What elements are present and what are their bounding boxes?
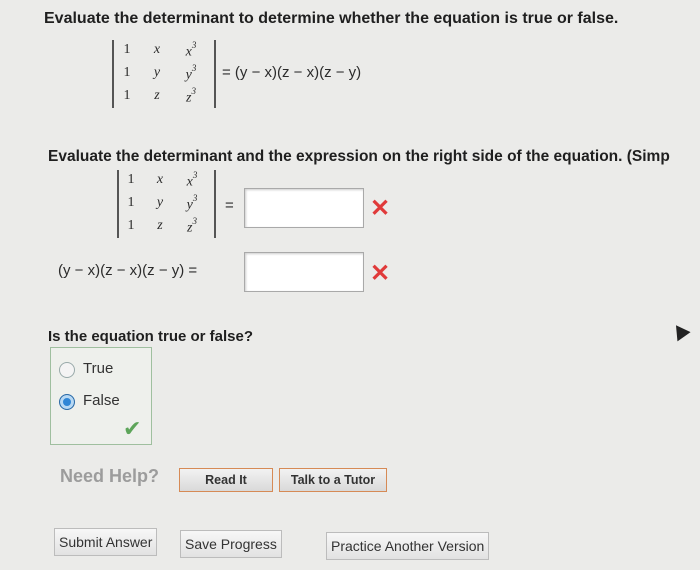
- matrix-cell: 1: [123, 65, 131, 80]
- expression-answer-input[interactable]: [244, 252, 364, 292]
- submit-answer-button[interactable]: Submit Answer: [54, 528, 158, 556]
- equals-sign: =: [225, 197, 234, 214]
- tf-answer-group: True False ✔: [50, 347, 152, 445]
- matrix-cell: y: [156, 195, 164, 210]
- wrong-icon: ✕: [370, 260, 391, 287]
- matrix-cell: y3: [186, 193, 198, 213]
- part-instruction: Evaluate the determinant and the express…: [48, 148, 670, 165]
- question-title: Evaluate the determinant to determine wh…: [44, 10, 619, 27]
- matrix-cell: z: [157, 218, 163, 233]
- determinant-top: 1 x x3 1 y y3 1 z z3: [112, 40, 216, 108]
- matrix-cell: x: [156, 172, 164, 187]
- matrix-cell: 1: [123, 88, 131, 103]
- tf-question: Is the equation true or false?: [48, 328, 254, 345]
- matrix-cell: z: [154, 88, 160, 103]
- matrix-cell: 1: [127, 218, 135, 233]
- matrix-cell: 1: [123, 42, 131, 57]
- matrix-cell: 1: [127, 195, 135, 210]
- need-help-label: Need Help?: [60, 466, 160, 486]
- determinant-answer-input[interactable]: [244, 188, 364, 228]
- matrix-cell: 1: [127, 172, 135, 187]
- determinant-bottom: 1 x x3 1 y y3 1 z z3: [117, 170, 216, 238]
- top-equation: = (y − x)(z − x)(z − y): [222, 64, 362, 81]
- matrix-cell: x3: [185, 40, 197, 60]
- check-icon: ✔: [123, 416, 142, 441]
- save-progress-button[interactable]: Save Progress: [180, 530, 282, 558]
- practice-another-version-button[interactable]: Practice Another Version: [326, 532, 490, 560]
- radio-true[interactable]: [59, 362, 75, 378]
- matrix-cell: x: [153, 42, 161, 57]
- expression-label: (y − x)(z − x)(z − y) =: [58, 262, 198, 279]
- cursor-icon: [669, 320, 691, 342]
- matrix-cell: z3: [186, 86, 196, 106]
- wrong-icon: ✕: [370, 195, 391, 222]
- radio-true-label[interactable]: True: [83, 360, 113, 377]
- matrix-cell: y: [153, 65, 161, 80]
- read-it-button[interactable]: Read It: [179, 468, 273, 492]
- matrix-cell: y3: [185, 63, 197, 83]
- radio-false-label[interactable]: False: [83, 392, 120, 409]
- matrix-cell: x3: [186, 170, 198, 190]
- talk-to-tutor-button[interactable]: Talk to a Tutor: [279, 468, 387, 492]
- radio-false[interactable]: [59, 394, 75, 410]
- matrix-cell: z3: [187, 216, 197, 236]
